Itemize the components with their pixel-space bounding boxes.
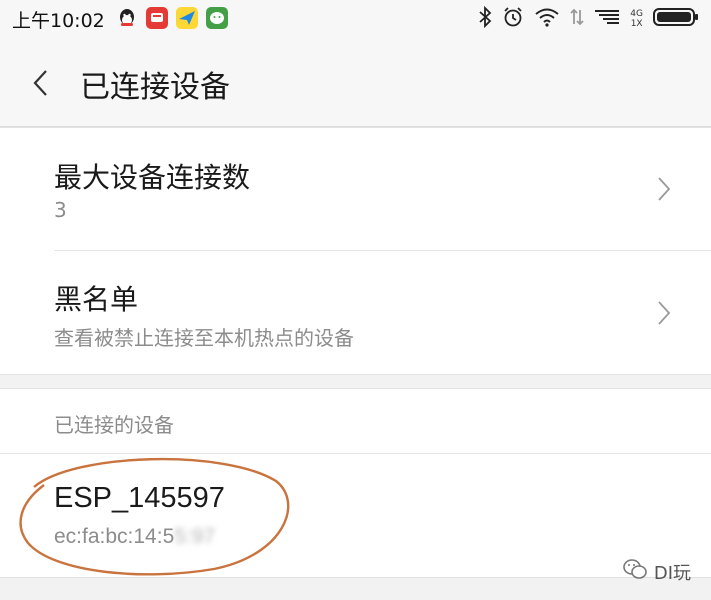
app-icon-paper-plane — [176, 7, 198, 29]
bluetooth-icon — [478, 5, 492, 32]
section-label: 已连接的设备 — [54, 413, 174, 437]
blacklist-title: 黑名单 — [54, 283, 139, 316]
back-arrow-icon[interactable] — [30, 68, 52, 98]
status-right: 4G 1X — [478, 5, 699, 32]
device-row[interactable]: ESP_145597 ec:fa:bc:14:55:97 — [0, 454, 711, 576]
blacklist-row[interactable]: 黑名单 查看被禁止连接至本机热点的设备 — [0, 251, 711, 374]
network-type: 4G — [630, 9, 643, 19]
max-connections-title: 最大设备连接数 — [54, 161, 251, 194]
settings-card: 最大设备连接数 3 黑名单 查看被禁止连接至本机热点的设备 — [0, 127, 711, 375]
status-bar: 上午10:02 4G 1X — [0, 0, 711, 38]
device-mac-redacted: 5:97 — [174, 525, 216, 548]
device-name: ESP_145597 — [54, 482, 225, 514]
page-title: 已连接设备 — [80, 70, 230, 105]
blacklist-subtitle: 查看被禁止连接至本机热点的设备 — [54, 326, 354, 350]
wechat-icon — [206, 7, 228, 29]
battery-icon — [653, 7, 699, 31]
max-connections-value: 3 — [54, 198, 67, 222]
network-type-label: 4G 1X — [630, 9, 643, 29]
chevron-right-icon — [657, 300, 671, 326]
wifi-icon — [534, 7, 560, 31]
connected-devices-card: 已连接的设备 ESP_145597 ec:fa:bc:14:55:97 — [0, 388, 711, 578]
watermark-text: DI玩 — [653, 562, 691, 584]
chevron-right-icon — [657, 176, 671, 202]
qq-icon — [116, 7, 138, 29]
alarm-icon — [502, 6, 524, 32]
notification-icons — [116, 7, 228, 29]
device-mac-visible: ec:fa:bc:14:5 — [54, 525, 175, 548]
app-icon-red — [146, 7, 168, 29]
page-header: 已连接设备 — [0, 38, 711, 127]
data-arrows-icon — [570, 7, 584, 31]
signal-icon — [594, 6, 620, 32]
status-time: 上午10:02 — [12, 10, 105, 32]
device-mac: ec:fa:bc:14:55:97 — [54, 525, 215, 549]
max-connections-row[interactable]: 最大设备连接数 3 — [0, 128, 711, 250]
network-sub: 1X — [630, 19, 643, 29]
wechat-watermark-icon — [622, 558, 648, 585]
watermark: DI玩 — [622, 558, 691, 585]
